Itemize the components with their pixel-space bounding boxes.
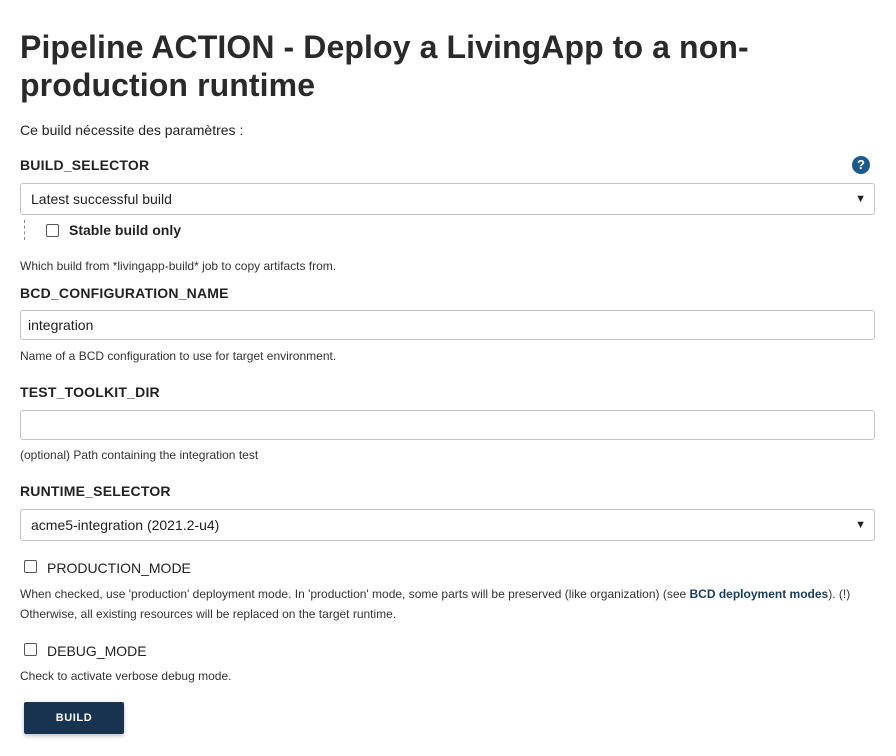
production-mode-description-text: When checked, use 'production' deploymen…	[20, 587, 690, 601]
bcd-configuration-description: Name of a BCD configuration to use for t…	[20, 349, 337, 363]
production-mode-label: PRODUCTION_MODE	[47, 560, 191, 576]
debug-mode-description: Check to activate verbose debug mode.	[20, 669, 232, 683]
build-selector-description: Which build from *livingapp-build* job t…	[20, 259, 337, 273]
build-parameters-page: Pipeline ACTION - Deploy a LivingApp to …	[0, 0, 896, 756]
build-selector-dropdown[interactable]: Latest successful build ▼	[20, 183, 875, 215]
bcd-configuration-label: BCD_CONFIGURATION_NAME	[20, 285, 229, 301]
chevron-down-icon: ▼	[855, 519, 866, 531]
help-icon[interactable]: ?	[852, 156, 870, 174]
build-selector-value: Latest successful build	[31, 191, 172, 207]
debug-mode-label: DEBUG_MODE	[47, 643, 147, 659]
test-toolkit-description: (optional) Path containing the integrati…	[20, 448, 259, 462]
stable-build-only-label: Stable build only	[69, 222, 182, 238]
build-selector-label: BUILD_SELECTOR	[20, 157, 150, 173]
runtime-selector-dropdown[interactable]: acme5-integration (2021.2-u4) ▼	[20, 509, 875, 541]
runtime-selector-label: RUNTIME_SELECTOR	[20, 483, 171, 499]
page-title: Pipeline ACTION - Deploy a LivingApp to …	[20, 29, 749, 103]
production-mode-description-suffix: ). (!)	[828, 587, 851, 601]
test-toolkit-label: TEST_TOOLKIT_DIR	[20, 384, 160, 400]
bcd-configuration-input[interactable]: integration	[20, 310, 875, 340]
chevron-down-icon: ▼	[855, 193, 866, 205]
intro-text: Ce build nécessite des paramètres :	[20, 122, 244, 138]
build-button[interactable]: BUILD	[24, 702, 124, 734]
test-toolkit-input[interactable]	[20, 410, 875, 440]
production-mode-description-line2: Otherwise, all existing resources will b…	[20, 607, 397, 621]
stable-build-only-checkbox[interactable]	[46, 224, 59, 237]
production-mode-description: When checked, use 'production' deploymen…	[20, 584, 880, 624]
nested-option-indicator	[24, 220, 25, 240]
production-mode-checkbox[interactable]	[24, 560, 37, 573]
debug-mode-checkbox[interactable]	[24, 643, 37, 656]
runtime-selector-value: acme5-integration (2021.2-u4)	[31, 517, 220, 533]
bcd-deployment-modes-link[interactable]: BCD deployment modes	[690, 587, 829, 601]
